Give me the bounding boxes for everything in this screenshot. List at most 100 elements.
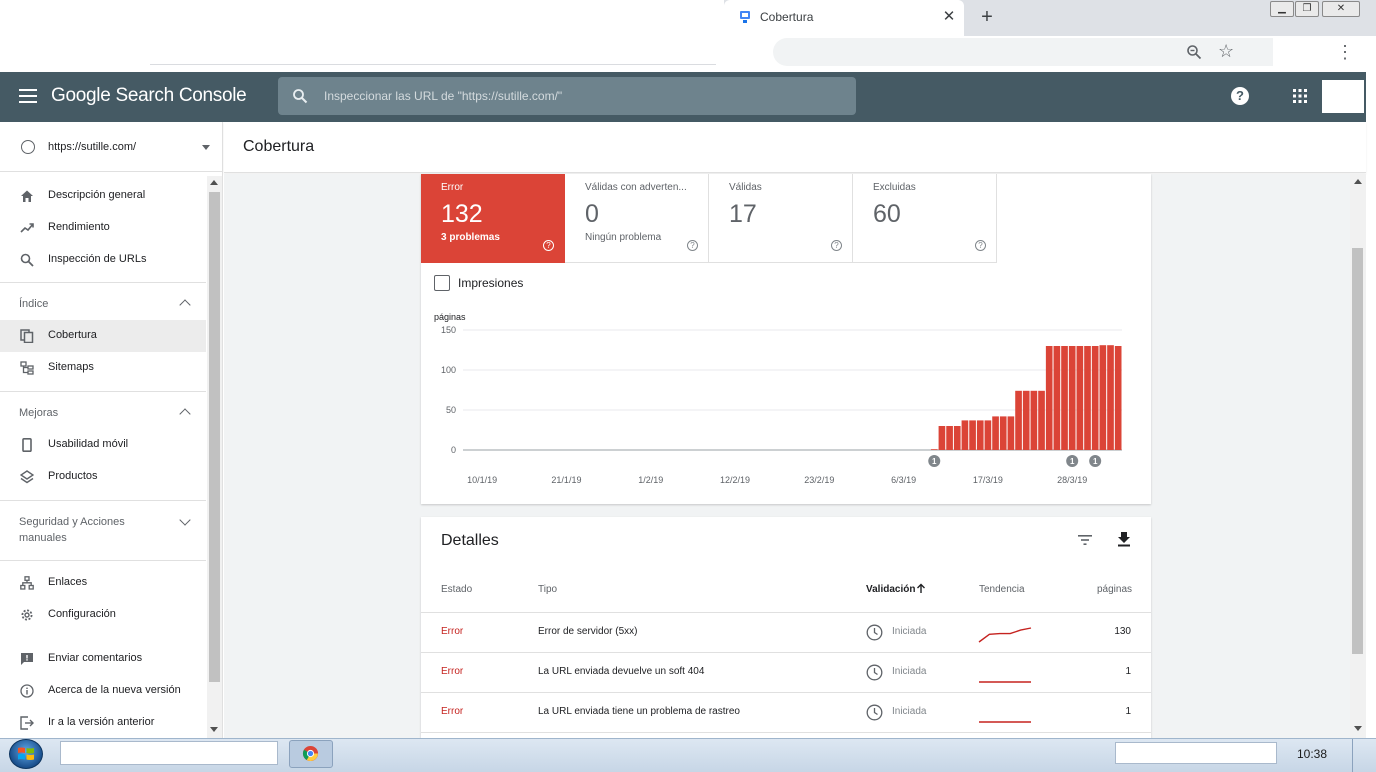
chart-bar — [1084, 346, 1091, 450]
x-tick-label: 23/2/19 — [804, 475, 834, 485]
sidebar-item-previous-version[interactable]: Ir a la versión anterior — [0, 707, 206, 739]
y-axis-label: páginas — [434, 312, 466, 322]
clock-icon — [866, 664, 883, 681]
tile-label: Excluidas — [873, 182, 916, 193]
sidebar-item-label: Ir a la versión anterior — [48, 716, 155, 728]
section-index-title[interactable]: Índice — [19, 298, 48, 310]
details-title: Detalles — [441, 532, 499, 549]
zoom-icon[interactable] — [1186, 44, 1202, 60]
main-scroll-thumb[interactable] — [1352, 248, 1363, 654]
show-desktop-button[interactable] — [1352, 739, 1366, 772]
tile-subtitle: Ningún problema — [585, 232, 662, 243]
sidebar-item-feedback[interactable]: Enviar comentarios — [0, 643, 206, 675]
restore-button[interactable]: ❐ — [1295, 1, 1319, 17]
download-icon[interactable] — [1116, 531, 1132, 547]
links-icon — [20, 576, 34, 590]
table-row[interactable]: Error Error de servidor (5xx) Iniciada 1… — [421, 612, 1151, 652]
sidebar-divider — [0, 282, 206, 283]
sidebar-scroll-thumb[interactable] — [209, 192, 220, 682]
column-header-trend[interactable]: Tendencia — [979, 584, 1025, 595]
sidebar-item-url-inspection[interactable]: Inspección de URLs — [0, 244, 206, 276]
scroll-up-arrow-icon[interactable] — [210, 180, 218, 185]
section-improvements-title[interactable]: Mejoras — [19, 407, 58, 419]
chart-bar — [1053, 346, 1061, 450]
chart-bar — [1076, 346, 1084, 450]
sidebar-item-mobile-usability[interactable]: Usabilidad móvil — [0, 429, 206, 461]
sidebar-item-label: Sitemaps — [48, 361, 94, 373]
error-tile[interactable]: Error 132 3 problemas ? — [421, 174, 565, 263]
sidebar-item-label: Enlaces — [48, 576, 88, 588]
coverage-chart: páginas 0 50 100 150 10/1/19 21/1/19 1/2/19 12/2… — [434, 312, 1122, 485]
scroll-down-arrow-icon[interactable] — [1354, 726, 1362, 731]
apps-grid-icon[interactable] — [1293, 89, 1307, 103]
search-input[interactable] — [324, 85, 844, 107]
chart-bar — [946, 426, 953, 450]
chart-bar — [1107, 345, 1114, 450]
sidebar-item-coverage[interactable]: Cobertura — [0, 320, 206, 352]
scroll-down-arrow-icon[interactable] — [210, 727, 218, 732]
filter-icon[interactable] — [1077, 533, 1093, 547]
impressions-checkbox[interactable] — [434, 275, 450, 291]
minimize-button[interactable]: ▁ — [1270, 1, 1294, 17]
sidebar-item-overview[interactable]: Descripción general — [0, 180, 206, 212]
exit-icon — [20, 716, 34, 730]
row-type: La URL enviada tiene un problema de rast… — [538, 706, 740, 717]
sidebar-item-performance[interactable]: Rendimiento — [0, 212, 206, 244]
scroll-up-arrow-icon[interactable] — [1354, 179, 1362, 184]
row-status: Error — [441, 626, 464, 637]
annotation-label: 1 — [1093, 457, 1098, 466]
table-row[interactable]: Error La URL enviada devuelve un soft 40… — [421, 652, 1151, 692]
excluded-tile[interactable]: Excluidas 60 ? — [853, 174, 997, 263]
app-logo[interactable]: Google Search Console — [51, 85, 247, 107]
new-tab-button[interactable]: + — [976, 6, 998, 28]
help-circle-icon[interactable]: ? — [543, 240, 554, 251]
column-header-validation[interactable]: Validación — [866, 584, 915, 595]
valid-tile[interactable]: Válidas 17 ? — [709, 174, 853, 263]
sidebar-item-label: Descripción general — [48, 189, 146, 201]
bookmark-star-icon[interactable]: ☆ — [1218, 42, 1236, 60]
sort-arrow-up-icon[interactable] — [916, 583, 926, 594]
help-circle-icon[interactable]: ? — [975, 240, 986, 251]
home-icon — [21, 190, 33, 202]
annotation-label: 1 — [932, 457, 937, 466]
help-icon[interactable]: ? — [1231, 87, 1249, 105]
close-window-button[interactable]: ✕ — [1322, 1, 1360, 17]
column-header-status[interactable]: Estado — [441, 584, 472, 595]
sitemap-icon — [20, 361, 34, 375]
chart-bar — [1022, 390, 1030, 450]
sidebar-item-products[interactable]: Productos — [0, 461, 206, 493]
chart-bar — [992, 416, 999, 450]
browser-menu-icon[interactable]: ⋮ — [1336, 42, 1354, 62]
tab-close-icon[interactable]: ✕ — [940, 7, 958, 27]
impressions-label[interactable]: Impresiones — [458, 276, 523, 290]
info-icon — [20, 684, 34, 698]
hamburger-menu-icon[interactable] — [19, 89, 37, 103]
column-header-type[interactable]: Tipo — [538, 584, 557, 595]
valid-with-warnings-tile[interactable]: Válidas con adverten... 0 Ningún problem… — [565, 174, 709, 263]
system-tray[interactable] — [1115, 742, 1277, 764]
help-circle-icon[interactable]: ? — [831, 240, 842, 251]
tab-title: Cobertura — [760, 10, 814, 24]
sidebar-divider — [0, 560, 206, 561]
account-avatar[interactable] — [1322, 80, 1364, 113]
sidebar-item-settings[interactable]: Configuración — [0, 599, 206, 631]
chart-bar — [1015, 390, 1022, 450]
section-security-title[interactable]: Seguridad y Acciones — [19, 516, 125, 528]
tile-subtitle: 3 problemas — [441, 232, 500, 243]
y-tick-label: 0 — [451, 445, 456, 455]
taskbar-clock[interactable]: 10:38 — [1297, 747, 1327, 761]
chart-bar — [961, 420, 969, 450]
y-tick-label: 50 — [446, 405, 456, 415]
sidebar-item-sitemaps[interactable]: Sitemaps — [0, 352, 206, 384]
layers-icon — [20, 470, 34, 484]
table-row[interactable]: Error La URL enviada tiene un problema d… — [421, 692, 1151, 732]
help-circle-icon[interactable]: ? — [687, 240, 698, 251]
taskbar-search-box[interactable] — [60, 741, 278, 765]
x-tick-label: 10/1/19 — [467, 475, 497, 485]
sidebar-item-links[interactable]: Enlaces — [0, 567, 206, 599]
x-tick-label: 17/3/19 — [973, 475, 1003, 485]
sidebar-item-about[interactable]: Acerca de la nueva versión — [0, 675, 206, 707]
caret-down-icon[interactable] — [202, 145, 210, 150]
column-header-pages[interactable]: páginas — [1097, 584, 1132, 595]
section-security-title-cont[interactable]: manuales — [19, 532, 67, 544]
